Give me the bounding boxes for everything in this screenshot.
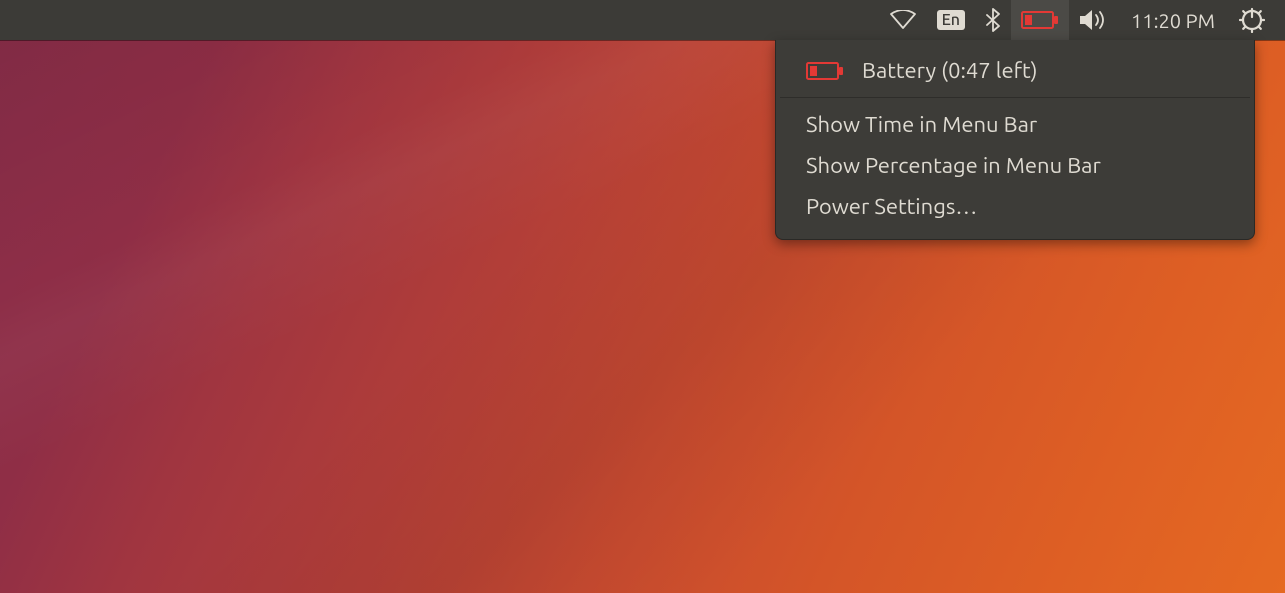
bluetooth-indicator[interactable]: [975, 0, 1011, 40]
wifi-icon: [889, 10, 917, 30]
menu-item-show-time[interactable]: Show Time in Menu Bar: [776, 104, 1254, 145]
language-badge: En: [937, 10, 965, 30]
menu-item-show-percentage[interactable]: Show Percentage in Menu Bar: [776, 145, 1254, 186]
menu-item-power-settings[interactable]: Power Settings…: [776, 186, 1254, 227]
battery-critical-icon: [806, 61, 844, 81]
volume-icon: [1079, 9, 1107, 31]
top-menu-bar: En 11:20 PM: [0, 0, 1285, 40]
menu-item-label: Show Percentage in Menu Bar: [806, 153, 1101, 178]
gear-power-icon: [1239, 7, 1265, 33]
clock-indicator[interactable]: 11:20 PM: [1117, 9, 1229, 32]
battery-critical-icon: [1021, 10, 1059, 30]
volume-indicator[interactable]: [1069, 0, 1117, 40]
battery-dropdown-menu: Battery (0:47 left) Show Time in Menu Ba…: [775, 40, 1255, 240]
menu-item-label: Show Time in Menu Bar: [806, 112, 1037, 137]
system-indicator[interactable]: [1229, 0, 1275, 40]
battery-indicator[interactable]: [1011, 0, 1069, 40]
menu-divider: [780, 97, 1250, 98]
menu-item-label: Power Settings…: [806, 194, 977, 219]
bluetooth-icon: [985, 8, 1001, 32]
network-indicator[interactable]: [879, 0, 927, 40]
battery-status-row: Battery (0:47 left): [776, 50, 1254, 91]
language-indicator[interactable]: En: [927, 0, 975, 40]
battery-status-label: Battery (0:47 left): [862, 58, 1038, 83]
